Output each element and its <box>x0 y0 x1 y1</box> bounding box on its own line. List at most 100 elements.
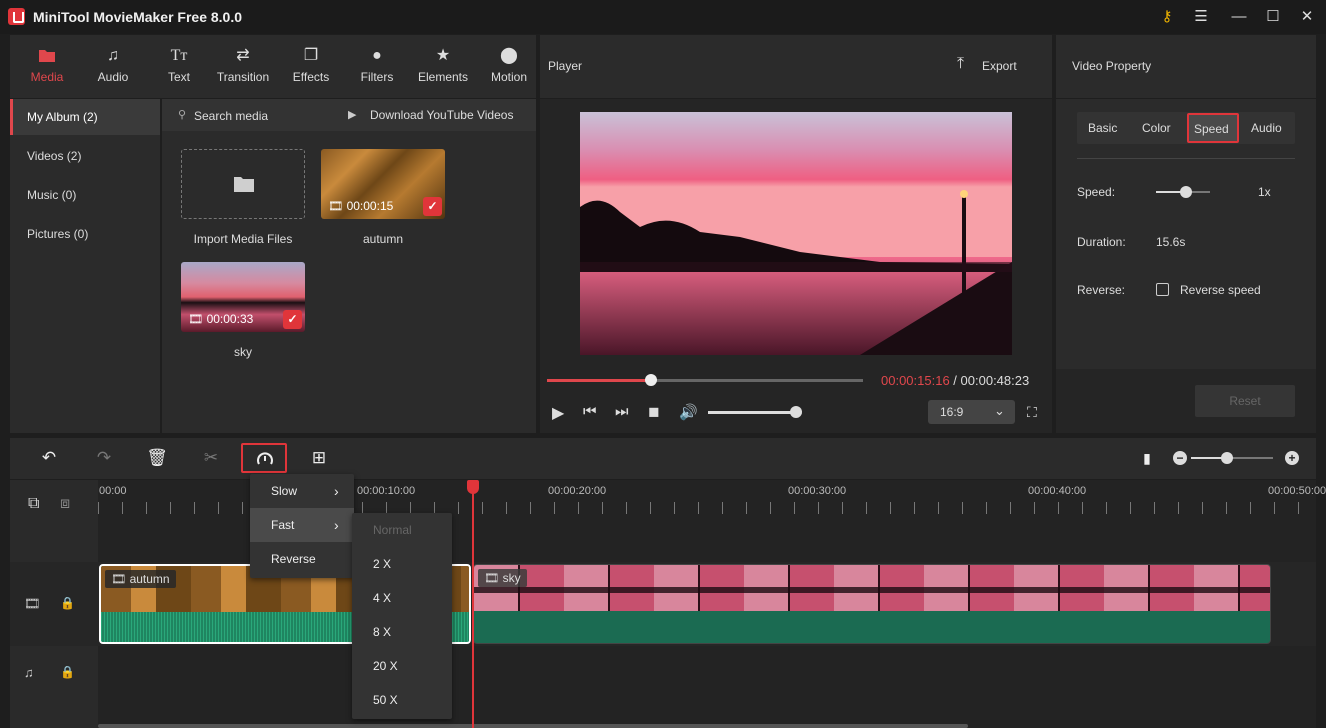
delete-icon[interactable]: 🗑 <box>145 446 169 470</box>
submenu-item-20x[interactable]: 20 X <box>352 649 452 683</box>
duration-text: 00:00:33 <box>206 312 254 326</box>
zoom-slider[interactable] <box>1191 452 1273 464</box>
media-name-sky: sky <box>234 345 252 359</box>
chevron-right-icon: › <box>334 517 339 533</box>
submenu-item-4x[interactable]: 4 X <box>352 581 452 615</box>
speed-value: 1x <box>1258 185 1271 199</box>
speed-handle[interactable] <box>1180 186 1192 198</box>
split-icon[interactable]: ✂ <box>199 446 223 470</box>
redo-icon[interactable]: ↷ <box>92 446 116 470</box>
speedometer-icon <box>257 452 273 465</box>
ruler-label: 00:00:40:00 <box>1028 485 1087 497</box>
lock-icon[interactable]: 🔒 <box>60 596 75 610</box>
media-thumb-sky[interactable]: 🎞 00:00:33 ✓ <box>181 262 305 332</box>
current-time: 00:00:15:16 <box>881 373 950 388</box>
tab-label: Transition <box>216 70 270 84</box>
minimize-button[interactable]: — <box>1224 6 1254 28</box>
menu-item-reverse[interactable]: Reverse <box>250 542 354 576</box>
fast-submenu: Normal 2 X 4 X 8 X 20 X 50 X <box>352 513 452 719</box>
property-title: Video Property <box>1072 59 1152 73</box>
sidebar-item-videos[interactable]: Videos (2) <box>10 138 160 174</box>
time-separator: / <box>949 373 961 388</box>
menu-icon[interactable]: ☰ <box>1186 6 1216 28</box>
download-youtube-link[interactable]: Download YouTube Videos <box>370 108 513 122</box>
tab-elements[interactable]: ★ Elements <box>410 35 476 98</box>
aspect-ratio-select[interactable]: 16:9 ⌄ <box>928 400 1015 424</box>
add-track-icon[interactable]: ⧉ <box>28 495 39 513</box>
tab-label: Motion <box>490 70 528 84</box>
sidebar-item-music[interactable]: Music (0) <box>10 177 160 213</box>
tab-speed[interactable]: Speed <box>1187 113 1239 143</box>
clip-name: autumn <box>129 572 170 586</box>
speed-slider[interactable] <box>1156 186 1210 198</box>
submenu-item-50x[interactable]: 50 X <box>352 683 452 717</box>
volume-slider[interactable] <box>708 406 803 418</box>
search-input[interactable]: Search media <box>194 109 268 123</box>
media-thumb-autumn[interactable]: 🎞 00:00:15 ✓ <box>321 149 445 219</box>
progress-handle[interactable] <box>645 374 658 386</box>
sidebar-item-my-album[interactable]: My Album (2) <box>10 99 160 135</box>
stop-icon[interactable]: ◼ <box>648 403 660 420</box>
volume-handle[interactable] <box>790 406 803 418</box>
time-display: 00:00:15:16 / 00:00:48:23 <box>881 373 1029 388</box>
zoom-out-icon[interactable]: − <box>1173 451 1187 465</box>
undo-icon[interactable]: ↶ <box>37 446 61 470</box>
crop-icon[interactable]: ⊞ <box>307 446 331 470</box>
property-header: Video Property <box>1056 35 1316 98</box>
fullscreen-icon[interactable]: ⛶ <box>1027 404 1037 421</box>
tab-label: Text <box>167 70 190 84</box>
next-frame-icon[interactable]: ⏭ <box>615 403 629 420</box>
tab-media[interactable]: Media <box>14 35 80 98</box>
player-body: 00:00:15:16 / 00:00:48:23 ▶ ⏮ ⏭ ◼ 🔊 16:9… <box>540 99 1052 433</box>
previous-frame-icon[interactable]: ⏮ <box>583 403 597 420</box>
sidebar-item-pictures[interactable]: Pictures (0) <box>10 216 160 252</box>
volume-icon[interactable]: 🔊 <box>679 403 698 421</box>
submenu-item-8x[interactable]: 8 X <box>352 615 452 649</box>
tab-audio[interactable]: ♫ Audio <box>80 35 146 98</box>
tab-transition[interactable]: ⇄ Transition <box>210 35 276 98</box>
motion-icon: ⬤ <box>500 47 518 64</box>
effects-icon: ❐ <box>303 47 319 64</box>
tab-audio[interactable]: Audio <box>1251 121 1282 135</box>
fit-timeline-icon[interactable]: ▮ <box>1135 446 1159 470</box>
menu-item-label: Fast <box>271 518 295 532</box>
tab-color[interactable]: Color <box>1142 121 1171 135</box>
playhead-handle[interactable] <box>467 480 479 494</box>
chevron-down-icon: ⌄ <box>994 403 1005 418</box>
timeline-scrollbar[interactable] <box>98 724 968 728</box>
speed-button[interactable] <box>241 443 287 473</box>
checkmark-icon: ✓ <box>423 197 442 216</box>
import-media-button[interactable] <box>181 149 305 219</box>
maximize-button[interactable]: ☐ <box>1258 6 1288 28</box>
close-button[interactable]: ✕ <box>1292 6 1322 28</box>
folder-icon <box>234 177 254 192</box>
timeline-clip-sky[interactable]: 🎞 sky <box>473 564 1271 644</box>
menu-item-slow[interactable]: Slow › <box>250 474 354 508</box>
reset-button[interactable]: Reset <box>1195 385 1295 417</box>
clip-name: sky <box>502 571 521 585</box>
tab-basic[interactable]: Basic <box>1088 121 1117 135</box>
play-icon[interactable]: ▶ <box>552 403 564 423</box>
reverse-checkbox[interactable] <box>1156 283 1169 296</box>
key-icon[interactable]: ⚷ <box>1152 6 1182 28</box>
tab-motion[interactable]: ⬤ Motion <box>476 35 542 98</box>
remove-track-icon[interactable]: ⧈ <box>60 495 70 513</box>
tab-text[interactable]: Tт Text <box>146 35 212 98</box>
menu-item-fast[interactable]: Fast › <box>250 508 354 542</box>
app-title: MiniTool MovieMaker Free 8.0.0 <box>33 9 243 25</box>
player-header: Player ⤒ Export <box>540 35 1052 98</box>
clip-label: 🎞 sky <box>478 569 527 587</box>
submenu-item-normal: Normal <box>373 523 412 537</box>
playhead[interactable] <box>472 480 474 728</box>
export-button[interactable]: Export <box>982 59 1017 73</box>
reverse-checkbox-label: Reverse speed <box>1180 283 1261 297</box>
duration-text: 00:00:15 <box>346 199 394 213</box>
tab-effects[interactable]: ❐ Effects <box>278 35 344 98</box>
zoom-handle[interactable] <box>1221 452 1233 464</box>
progress-track[interactable] <box>547 374 863 386</box>
submenu-item-2x[interactable]: 2 X <box>352 547 452 581</box>
tab-filters[interactable]: ● Filters <box>344 35 410 98</box>
zoom-in-icon[interactable]: + <box>1285 451 1299 465</box>
progress-fill <box>547 379 652 382</box>
lock-icon[interactable]: 🔒 <box>60 665 75 679</box>
